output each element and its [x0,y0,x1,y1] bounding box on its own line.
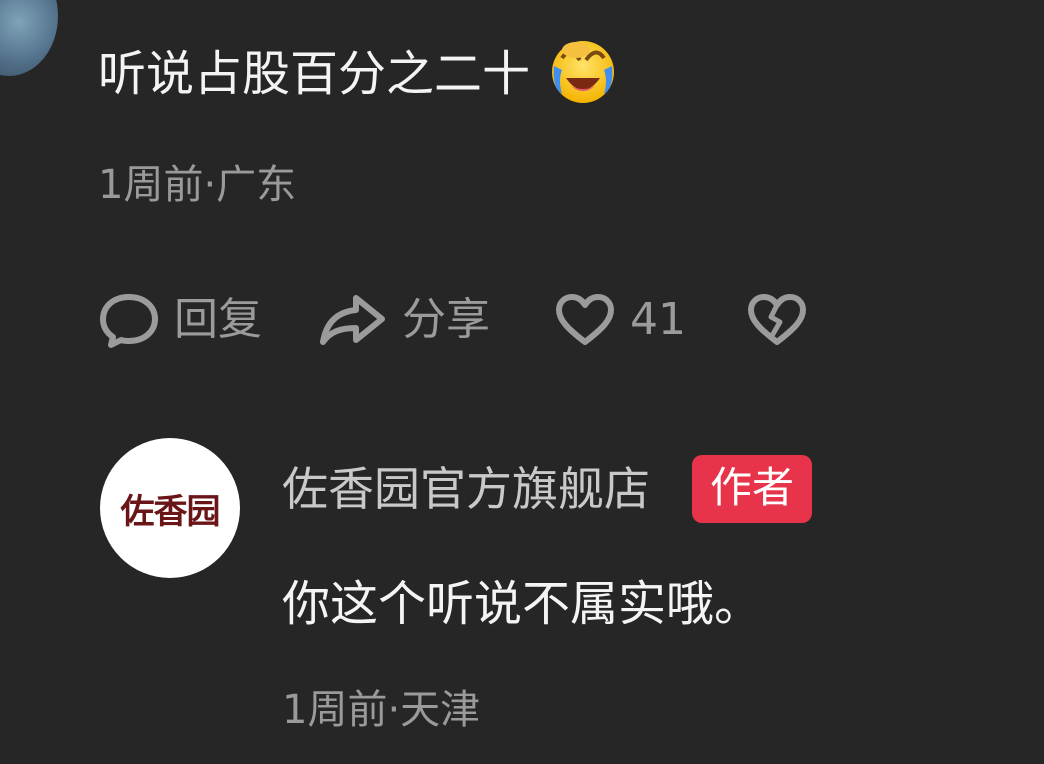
dislike-button[interactable] [746,292,808,348]
comment-meta: 1周前·广东 [98,162,297,208]
store-logo: 佐香园 [120,491,221,532]
reply-text: 你这个听说不属实哦。 [282,576,763,632]
share-icon [320,295,385,345]
comment-text: 听说占股百分之二十 [98,46,531,102]
dislike-icon [748,294,806,345]
share-label: 分享 [402,294,490,345]
author-name[interactable]: 佐香园官方旗舰店 [282,466,650,512]
comment-actions: 回复 分享 41 [98,290,808,350]
share-button[interactable]: 分享 [318,292,490,348]
crying-laughing-emoji-icon [548,36,618,106]
like-count: 41 [630,294,686,345]
like-button[interactable]: 41 [554,292,686,348]
commenter-avatar[interactable] [0,0,58,76]
reply-label: 回复 [174,294,262,345]
reply-meta: 1周前·天津 [282,687,481,733]
reply-button[interactable]: 回复 [98,292,262,348]
comment-body: 听说占股百分之二十 [98,41,618,112]
like-icon [556,294,614,345]
store-avatar[interactable]: 佐香园 [100,438,240,578]
reply-icon [100,294,158,348]
reply-header: 佐香园官方旗舰店 作者 [282,455,813,523]
author-badge: 作者 [692,455,813,523]
